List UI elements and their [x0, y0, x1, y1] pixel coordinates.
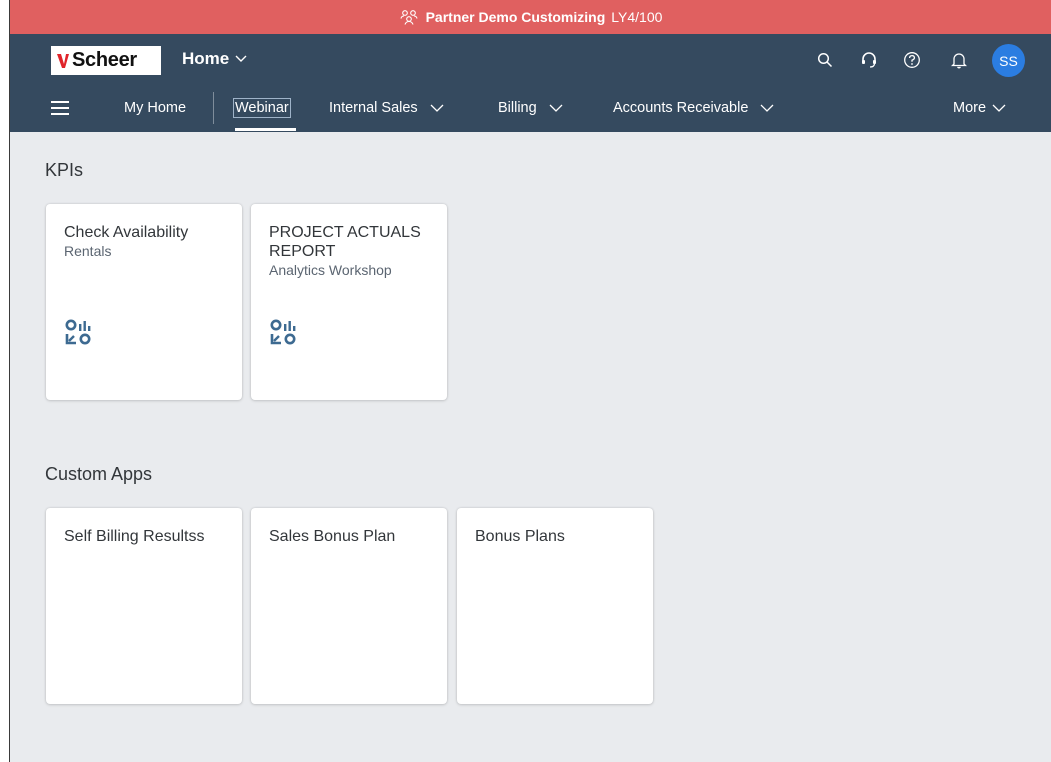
section-title-kpis: KPIs [45, 160, 84, 180]
home-title-label: Home [182, 49, 230, 68]
chevron-down-icon [235, 55, 247, 62]
space-navigation-bar: My Home Webinar Internal Sales Billing A… [10, 86, 1051, 132]
notifications-button[interactable] [948, 49, 970, 71]
banner-system-id: LY4/100 [611, 9, 663, 25]
company-logo[interactable]: Scheer [51, 46, 161, 75]
headset-icon [862, 52, 876, 68]
tile-title: Bonus Plans [475, 528, 565, 545]
logo-text: Scheer [72, 49, 137, 71]
help-icon [904, 52, 920, 68]
tile-project-actuals-report[interactable]: PROJECT ACTUALS REPORT Analytics Worksho… [251, 204, 447, 400]
nav-item-webinar[interactable]: Webinar [233, 98, 291, 118]
launchpad-frame: Partner Demo Customizing LY4/100 Scheer … [9, 0, 1051, 762]
tile-subtitle: Rentals [64, 243, 112, 259]
system-banner: Partner Demo Customizing LY4/100 [10, 0, 1051, 34]
tile-sales-bonus-plan[interactable]: Sales Bonus Plan [251, 508, 447, 704]
help-button[interactable] [901, 49, 923, 71]
analytics-kpi-icon [270, 319, 296, 345]
hamburger-menu-icon[interactable] [50, 98, 70, 118]
tile-bonus-plans[interactable]: Bonus Plans [457, 508, 653, 704]
nav-item-internal-sales[interactable]: Internal Sales [329, 100, 444, 116]
search-button[interactable] [814, 49, 836, 71]
tile-subtitle: Analytics Workshop [269, 262, 392, 278]
banner-title: Partner Demo Customizing [425, 9, 606, 25]
tile-title: Self Billing Resultss [64, 528, 205, 545]
analytics-kpi-icon [65, 319, 91, 345]
chevron-down-icon [992, 104, 1006, 112]
nav-item-label: Internal Sales [329, 100, 418, 116]
nav-item-my-home[interactable]: My Home [124, 100, 186, 116]
nav-item-label: My Home [124, 100, 187, 116]
section-title-custom-apps: Custom Apps [45, 464, 153, 484]
nav-item-label: Accounts Receivable [613, 100, 749, 116]
nav-divider [213, 92, 214, 124]
chevron-down-icon [549, 104, 563, 112]
nav-item-label: More [953, 100, 987, 116]
search-icon [817, 52, 833, 68]
support-button[interactable] [858, 49, 880, 71]
tile-title: Check Availability [64, 224, 189, 241]
shell-header: Scheer Home SS [10, 34, 1051, 86]
nav-item-billing[interactable]: Billing [498, 100, 563, 116]
chevron-down-icon [760, 104, 774, 112]
tile-title: Sales Bonus Plan [269, 528, 396, 545]
nav-item-label: Webinar [233, 98, 291, 118]
chevron-down-icon [430, 104, 444, 112]
user-avatar[interactable]: SS [992, 44, 1025, 77]
active-tab-indicator [235, 128, 296, 131]
tile-title: PROJECT ACTUALS REPORT [269, 224, 421, 260]
nav-item-more[interactable]: More [953, 100, 1006, 116]
people-group-icon [400, 10, 418, 25]
tile-self-billing-results[interactable]: Self Billing Resultss [46, 508, 242, 704]
home-title-menu[interactable]: Home [182, 49, 247, 69]
tile-check-availability[interactable]: Check Availability Rentals [46, 204, 242, 400]
nav-item-accounts-receivable[interactable]: Accounts Receivable [613, 100, 774, 116]
bell-icon [951, 53, 967, 69]
nav-item-label: Billing [498, 100, 537, 116]
scheer-logo-mark [57, 53, 69, 68]
